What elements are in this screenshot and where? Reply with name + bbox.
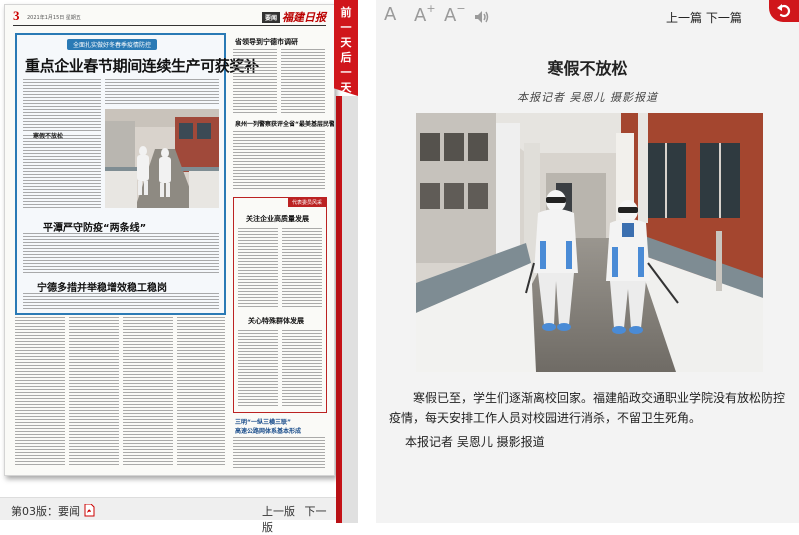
text-column — [238, 330, 278, 406]
day-tab-char: 一 — [340, 66, 352, 79]
text-column — [23, 79, 101, 131]
issue-label: 第03版：要闻 — [11, 505, 80, 518]
reader-toolbar: A A+ A− 上一篇 下一篇 — [376, 0, 799, 32]
story-headline[interactable]: 泉州一列警察获评全省“最美基层民警” — [235, 119, 334, 128]
feature-headline[interactable]: 重点企业春节期间连续生产可获奖补 — [25, 55, 259, 76]
day-switch-tab[interactable]: 前 一 天 后 一 天 — [334, 0, 358, 96]
text-column — [238, 228, 278, 308]
page-navigation: 上一版 下一版 — [262, 503, 338, 535]
masthead-section: 要闻 — [261, 12, 280, 23]
day-tab-char: 后 — [340, 51, 352, 64]
text-column — [177, 317, 225, 467]
feature-tag: 全面扎实做好冬春季疫情防控 — [67, 39, 158, 50]
text-column — [123, 317, 173, 467]
day-tab-char: 天 — [340, 36, 352, 49]
feature-subheadline-1[interactable]: 平潭严守防疫“两条线” — [43, 219, 146, 234]
day-tab-char: 前 — [340, 6, 352, 19]
text-column — [15, 317, 65, 467]
back-button[interactable] — [769, 0, 799, 22]
text-column — [282, 330, 322, 406]
story-headline[interactable]: 关注企业高质量发展 — [246, 214, 309, 224]
story-headline[interactable]: 省领导到宁德市调研 — [235, 37, 298, 47]
representative-tag: 代表委员风采 — [287, 198, 326, 207]
text-column — [23, 135, 101, 210]
text-column — [233, 131, 325, 191]
font-increase-button[interactable]: A+ — [414, 2, 436, 26]
newspaper-logo: 福建日报 — [282, 11, 326, 24]
feature-photo — [105, 109, 219, 208]
story-headline[interactable]: 关心特殊群体发展 — [248, 316, 304, 326]
pdf-icon[interactable] — [84, 502, 95, 517]
newspaper-page-thumbnail[interactable]: 3 2021年1月15日 星期五 要闻 福建日报 全面扎实做好冬春季疫情防控 重… — [4, 4, 335, 476]
feature-subheadline-2[interactable]: 宁德多措并举稳增效稳工稳岗 — [37, 279, 167, 294]
photo-caption: 寒假不放松 — [33, 133, 64, 140]
text-column — [233, 437, 325, 469]
prev-article-link[interactable]: 上一篇 — [666, 11, 702, 25]
masthead-date: 2021年1月15日 星期五 — [27, 15, 81, 21]
page-number: 3 — [13, 8, 20, 23]
day-tab-char: 一 — [340, 21, 352, 34]
article-byline: 本报记者 吴恩儿 摄影报道 — [517, 91, 658, 104]
font-reset-button[interactable]: A — [384, 4, 396, 25]
representative-profile-box: 代表委员风采 关注企业高质量发展 关心特殊群体发展 — [233, 197, 327, 413]
story-headline[interactable]: 三明“一纵三横三联” — [235, 417, 291, 426]
text-column — [105, 79, 219, 105]
text-column — [233, 49, 277, 113]
article-navigation: 上一篇 下一篇 — [666, 9, 742, 26]
next-article-link[interactable]: 下一篇 — [706, 11, 742, 25]
font-decrease-button[interactable]: A− — [444, 2, 466, 26]
feature-block[interactable]: 全面扎实做好冬春季疫情防控 重点企业春节期间连续生产可获奖补 寒假不放松 平潭严… — [15, 33, 259, 315]
speaker-icon[interactable] — [474, 9, 490, 23]
masthead: 3 2021年1月15日 星期五 要闻 福建日报 — [13, 8, 326, 26]
newspaper-pane: 3 2021年1月15日 星期五 要闻 福建日报 全面扎实做好冬春季疫情防控 重… — [0, 0, 340, 534]
text-column — [23, 233, 219, 275]
story-headline[interactable]: 高速公路网体系基本形成 — [235, 426, 301, 435]
back-arrow-icon — [777, 4, 791, 18]
article-reader: A A+ A− 上一篇 下一篇 寒假不放松 本报记者 吴恩儿 摄影报道 寒假已至… — [376, 0, 799, 523]
text-column — [23, 293, 219, 309]
prev-page-link[interactable]: 上一版 — [262, 505, 295, 518]
text-column — [69, 317, 119, 467]
divider-strip — [336, 96, 358, 523]
article-credit: 本报记者 吴恩儿 摄影报道 — [405, 435, 545, 449]
text-column — [281, 49, 325, 113]
article-photo — [416, 113, 763, 372]
text-column — [282, 228, 322, 308]
page-footer-bar: 第03版：要闻 上一版 下一版 — [0, 497, 338, 534]
article-body: 寒假已至，学生们逐渐离校回家。福建船政交通职业学院没有放松防控疫情，每天安排工作… — [389, 391, 786, 425]
article-title: 寒假不放松 — [547, 59, 628, 78]
